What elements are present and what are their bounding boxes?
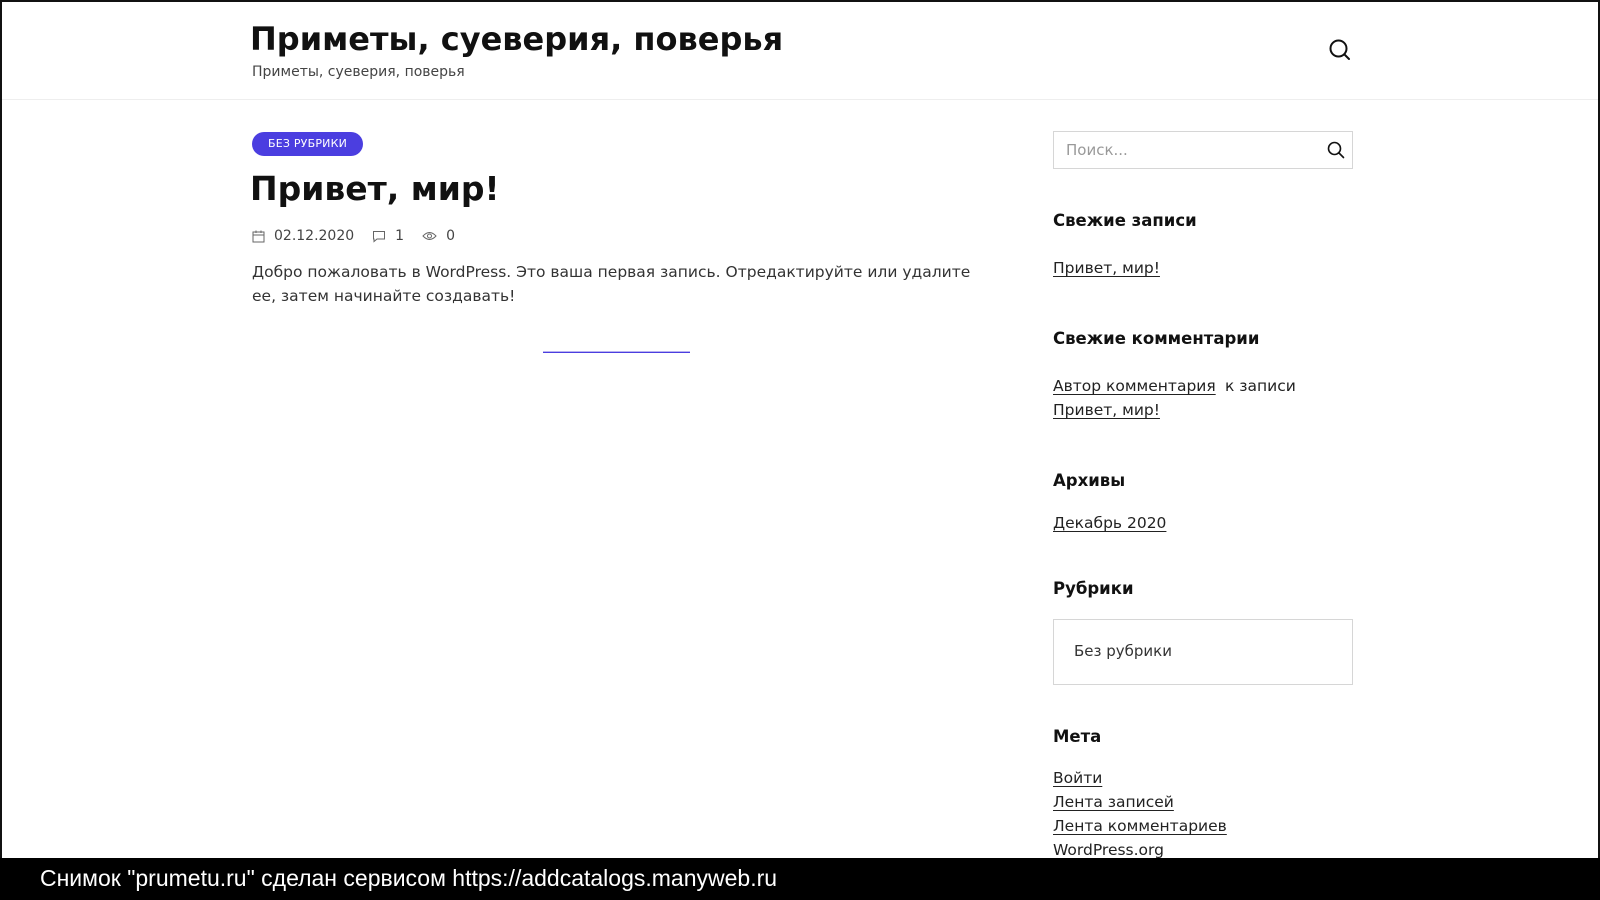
header-search-button[interactable] xyxy=(1326,36,1354,64)
calendar-icon xyxy=(252,230,265,242)
comment-connector: к записи xyxy=(1225,377,1296,395)
search-input[interactable] xyxy=(1054,132,1314,168)
categories-list: Без рубрики xyxy=(1053,619,1353,685)
post-comments[interactable]: 1 xyxy=(372,228,404,244)
page-frame: Приметы, суеверия, поверья Приметы, суев… xyxy=(0,0,1600,900)
caption-text: Снимок "prumetu.ru" сделан сервисом http… xyxy=(40,865,778,891)
meta-title: Мета xyxy=(1053,727,1102,746)
post-meta: 02.12.2020 1 0 xyxy=(252,226,473,246)
meta-comments-feed-link[interactable]: Лента комментариев xyxy=(1053,817,1227,835)
recent-comments-title: Свежие комментарии xyxy=(1053,329,1260,348)
screenshot-caption-bar: Снимок "prumetu.ru" сделан сервисом http… xyxy=(0,858,1600,900)
comment-author-link[interactable]: Автор комментария xyxy=(1053,377,1216,395)
meta-wordpress-link[interactable]: WordPress.org xyxy=(1053,841,1164,859)
comments-count: 1 xyxy=(395,228,405,244)
post-views: 0 xyxy=(422,228,455,244)
search-icon xyxy=(1329,39,1350,60)
categories-title: Рубрики xyxy=(1053,579,1134,598)
views-count: 0 xyxy=(446,228,456,244)
site-description: Приметы, суеверия, поверья xyxy=(252,64,465,80)
recent-post-link[interactable]: Привет, мир! xyxy=(1053,259,1160,277)
category-item[interactable]: Без рубрики xyxy=(1074,642,1172,660)
search-icon xyxy=(1327,141,1345,159)
post-title[interactable]: Привет, мир! xyxy=(250,169,500,208)
eye-icon xyxy=(422,232,437,240)
post-date: 02.12.2020 xyxy=(252,228,354,244)
site-header: Приметы, суеверия, поверья Приметы, суев… xyxy=(2,2,1598,100)
meta-posts-feed-link[interactable]: Лента записей xyxy=(1053,793,1174,811)
archives-title: Архивы xyxy=(1053,471,1126,490)
search-submit-button[interactable] xyxy=(1326,140,1346,160)
post-date-text: 02.12.2020 xyxy=(274,228,355,244)
post-separator xyxy=(543,351,690,353)
meta-login-link[interactable]: Войти xyxy=(1053,769,1102,787)
comment-icon xyxy=(373,230,386,243)
recent-posts-title: Свежие записи xyxy=(1053,211,1197,230)
archive-link[interactable]: Декабрь 2020 xyxy=(1053,514,1166,532)
category-badge[interactable]: БЕЗ РУБРИКИ xyxy=(252,132,364,156)
sidebar-search xyxy=(1053,131,1353,169)
post-excerpt: Добро пожаловать в WordPress. Это ваша п… xyxy=(252,263,971,305)
site-title[interactable]: Приметы, суеверия, поверья xyxy=(250,20,783,58)
comment-post-link[interactable]: Привет, мир! xyxy=(1053,401,1160,419)
